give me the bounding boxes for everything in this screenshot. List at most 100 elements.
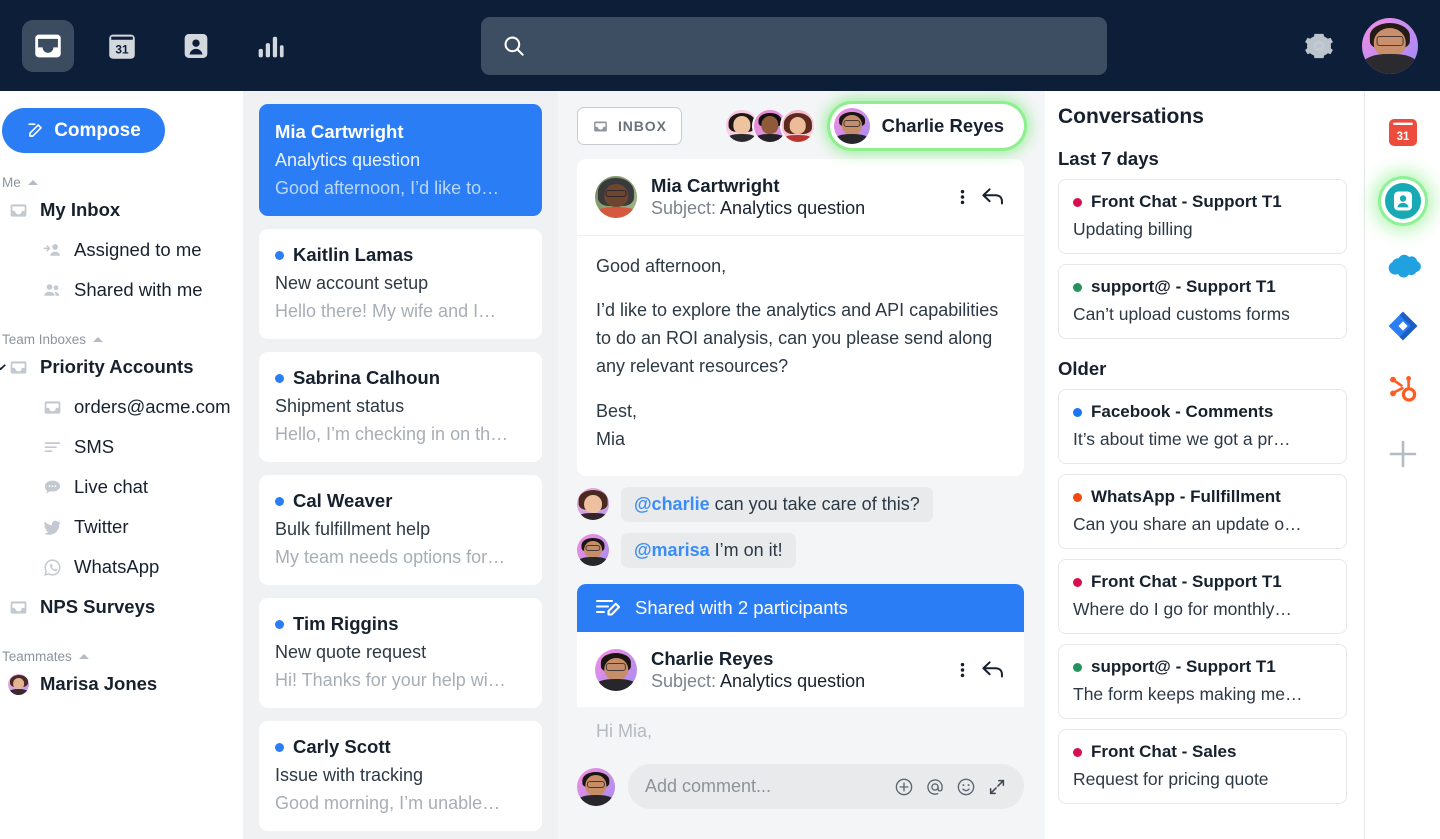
conversation-sender: Sabrina Calhoun <box>275 367 526 389</box>
comment-row: @marisa I’m on it! <box>577 532 1024 568</box>
global-search[interactable] <box>481 16 1107 75</box>
more-options-icon[interactable] <box>960 659 965 681</box>
rail-item-salesforce[interactable] <box>1385 253 1421 279</box>
message-sender: Mia Cartwright <box>651 175 780 196</box>
conversation-list-item[interactable]: Carly Scott Issue with tracking Good mor… <box>259 721 542 831</box>
rail-item-hubspot[interactable] <box>1386 373 1420 407</box>
draft-text[interactable]: Hi Mia, <box>577 707 1024 742</box>
sidebar-item-label: SMS <box>74 436 115 457</box>
top-nav-icons: 31 <box>22 19 296 72</box>
conversation-sender-label: Tim Riggins <box>293 613 399 634</box>
comment-bubble[interactable]: @marisa I’m on it! <box>621 532 796 568</box>
sidebar-item-my-inbox[interactable]: My Inbox <box>0 190 243 230</box>
right-conversation-title: Facebook - Comments <box>1073 402 1332 422</box>
rail-item-jira[interactable] <box>1386 309 1420 343</box>
channel-dot-icon <box>1073 197 1082 207</box>
expand-icon[interactable] <box>987 777 1007 797</box>
conversation-list: Mia Cartwright Analytics question Good a… <box>243 91 558 839</box>
sidebar-section-teammates[interactable]: Teammates <box>0 649 243 664</box>
conversation-list-item[interactable]: Sabrina Calhoun Shipment status Hello, I… <box>259 352 542 462</box>
right-conversation-item[interactable]: WhatsApp - Fullfillment Can you share an… <box>1058 474 1347 549</box>
gear-icon[interactable] <box>1302 29 1336 63</box>
sidebar-item-twitter[interactable]: Twitter <box>0 507 243 547</box>
conversation-sender-label: Cal Weaver <box>293 490 393 511</box>
top-nav-contacts-button[interactable] <box>170 20 222 72</box>
inbox-filter-button[interactable]: INBOX <box>577 107 682 145</box>
compose-button[interactable]: Compose <box>2 108 165 153</box>
conversation-list-item[interactable]: Kaitlin Lamas New account setup Hello th… <box>259 229 542 339</box>
salesforce-app-icon <box>1388 254 1421 278</box>
sidebar-item-label: Marisa Jones <box>40 673 158 694</box>
conversation-subject: Shipment status <box>275 396 405 416</box>
contacts-icon <box>184 33 208 58</box>
avatar[interactable] <box>1362 17 1418 74</box>
conversation-sender-label: Mia Cartwright <box>275 121 404 142</box>
right-conversation-item[interactable]: support@ - Support T1 The form keeps mak… <box>1058 644 1347 719</box>
sidebar-item-live-chat[interactable]: Live chat <box>0 467 243 507</box>
channel-dot-icon <box>1073 492 1082 502</box>
conversation-preview: Hi! Thanks for your help wi… <box>275 670 506 690</box>
envelope-icon <box>44 400 61 414</box>
right-conversation-preview: The form keeps making me… <box>1073 684 1303 704</box>
draft-edit-icon <box>595 599 621 616</box>
message-header: Mia Cartwright Subject: Analytics questi… <box>577 159 1024 235</box>
sidebar-item-shared-with-me[interactable]: Shared with me <box>0 270 243 310</box>
top-nav-calendar-button[interactable]: 31 <box>96 20 148 72</box>
right-conversation-item[interactable]: support@ - Support T1 Can’t upload custo… <box>1058 264 1347 339</box>
conversation-sender: Kaitlin Lamas <box>275 244 526 266</box>
top-nav-analytics-button[interactable] <box>244 20 296 72</box>
comment-composer: Add comment... <box>577 764 1024 810</box>
sidebar-item-orders-email[interactable]: orders@acme.com <box>0 387 243 427</box>
right-conversation-name: Facebook - Comments <box>1091 402 1274 421</box>
presence-chip-charlie-reyes[interactable]: Charlie Reyes <box>829 104 1024 148</box>
avatar <box>577 534 609 567</box>
contacts-app-icon <box>1384 183 1421 219</box>
rail-item-contacts[interactable] <box>1381 179 1425 223</box>
comment-text: can you take care of this? <box>709 493 920 514</box>
sidebar-item-sms[interactable]: SMS <box>0 427 243 467</box>
more-options-icon[interactable] <box>960 186 965 208</box>
message-card-incoming: Mia Cartwright Subject: Analytics questi… <box>577 159 1024 476</box>
top-nav-inbox-button[interactable] <box>22 19 74 72</box>
participant-avatars[interactable] <box>723 108 816 144</box>
sidebar-section-me[interactable]: Me <box>0 175 243 190</box>
right-conversation-item[interactable]: Facebook - Comments It’s about time we g… <box>1058 389 1347 464</box>
conversation-list-item[interactable]: Cal Weaver Bulk fulfillment help My team… <box>259 475 542 585</box>
search-input[interactable] <box>541 35 1087 56</box>
analytics-icon <box>258 36 284 57</box>
chevron-up-icon <box>93 337 104 342</box>
conversation-sender: Cal Weaver <box>275 490 526 512</box>
right-conversation-item[interactable]: Front Chat - Support T1 Where do I go fo… <box>1058 559 1347 634</box>
conversation-list-item[interactable]: Tim Riggins New quote request Hi! Thanks… <box>259 598 542 708</box>
right-conversation-item[interactable]: Front Chat - Sales Request for pricing q… <box>1058 729 1347 804</box>
reply-icon[interactable] <box>981 659 1006 681</box>
right-conversation-preview: Can you share an update o… <box>1073 514 1302 534</box>
right-conversation-preview: Updating billing <box>1073 219 1193 239</box>
right-conversation-item[interactable]: Front Chat - Support T1 Updating billing <box>1058 179 1347 254</box>
comment-bubble[interactable]: @charlie can you take care of this? <box>621 486 933 522</box>
at-sign-icon[interactable] <box>925 777 945 797</box>
conversation-sender: Mia Cartwright <box>275 121 526 143</box>
sidebar-item-marisa-jones[interactable]: Marisa Jones <box>0 664 243 704</box>
reply-icon[interactable] <box>981 186 1006 208</box>
chevron-up-icon <box>27 180 38 185</box>
search-icon <box>504 36 524 56</box>
assigned-icon <box>43 243 61 256</box>
comment-input[interactable]: Add comment... <box>628 764 1024 810</box>
sidebar-item-priority-accounts[interactable]: Priority Accounts <box>0 347 243 387</box>
right-conversation-title: WhatsApp - Fullfillment <box>1073 487 1332 507</box>
sidebar-item-label: My Inbox <box>40 199 121 220</box>
emoji-icon[interactable] <box>956 777 976 797</box>
plus-circle-icon[interactable] <box>894 777 914 797</box>
sidebar-item-whatsapp[interactable]: WhatsApp <box>0 547 243 587</box>
sidebar-section-team-inboxes[interactable]: Team Inboxes <box>0 332 243 347</box>
right-conversation-name: support@ - Support T1 <box>1091 277 1276 296</box>
message-signoff: Best, Mia <box>596 398 1005 454</box>
rail-item-add-app[interactable] <box>1386 437 1420 471</box>
rail-item-calendar[interactable]: 31 <box>1386 115 1420 149</box>
shared-draft-body: Charlie Reyes Subject: Analytics questio… <box>577 631 1024 708</box>
draft-actions <box>960 659 1006 681</box>
sidebar-item-nps-surveys[interactable]: NPS Surveys <box>0 587 243 627</box>
sidebar-item-assigned-to-me[interactable]: Assigned to me <box>0 230 243 270</box>
conversation-list-item[interactable]: Mia Cartwright Analytics question Good a… <box>259 104 542 216</box>
